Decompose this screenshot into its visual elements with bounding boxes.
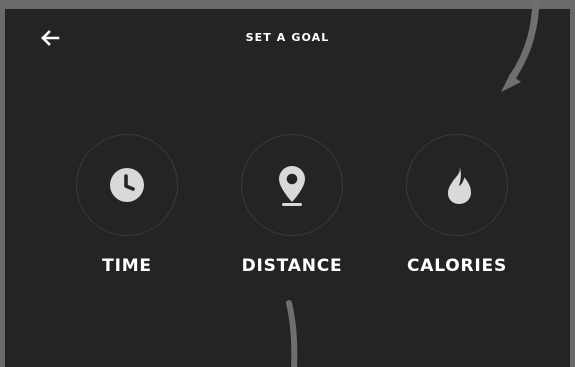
time-label: TIME <box>102 256 152 276</box>
app-window: SET A GOAL TIME DISTANCE CALORIES <box>0 0 575 367</box>
clock-icon <box>108 166 146 204</box>
goal-screen: SET A GOAL TIME DISTANCE CALORIES <box>5 9 570 367</box>
time-goal-option[interactable]: TIME <box>72 134 182 275</box>
distance-goal-circle[interactable] <box>241 134 343 236</box>
calories-goal-option[interactable]: CALORIES <box>402 134 512 275</box>
distance-goal-option[interactable]: DISTANCE <box>237 134 347 275</box>
flame-icon <box>439 164 475 206</box>
calories-goal-circle[interactable] <box>406 134 508 236</box>
location-pin-icon <box>274 163 310 207</box>
time-goal-circle[interactable] <box>76 134 178 236</box>
distance-label: DISTANCE <box>241 256 343 276</box>
calories-label: CALORIES <box>407 256 507 276</box>
page-title: SET A GOAL <box>245 31 330 44</box>
